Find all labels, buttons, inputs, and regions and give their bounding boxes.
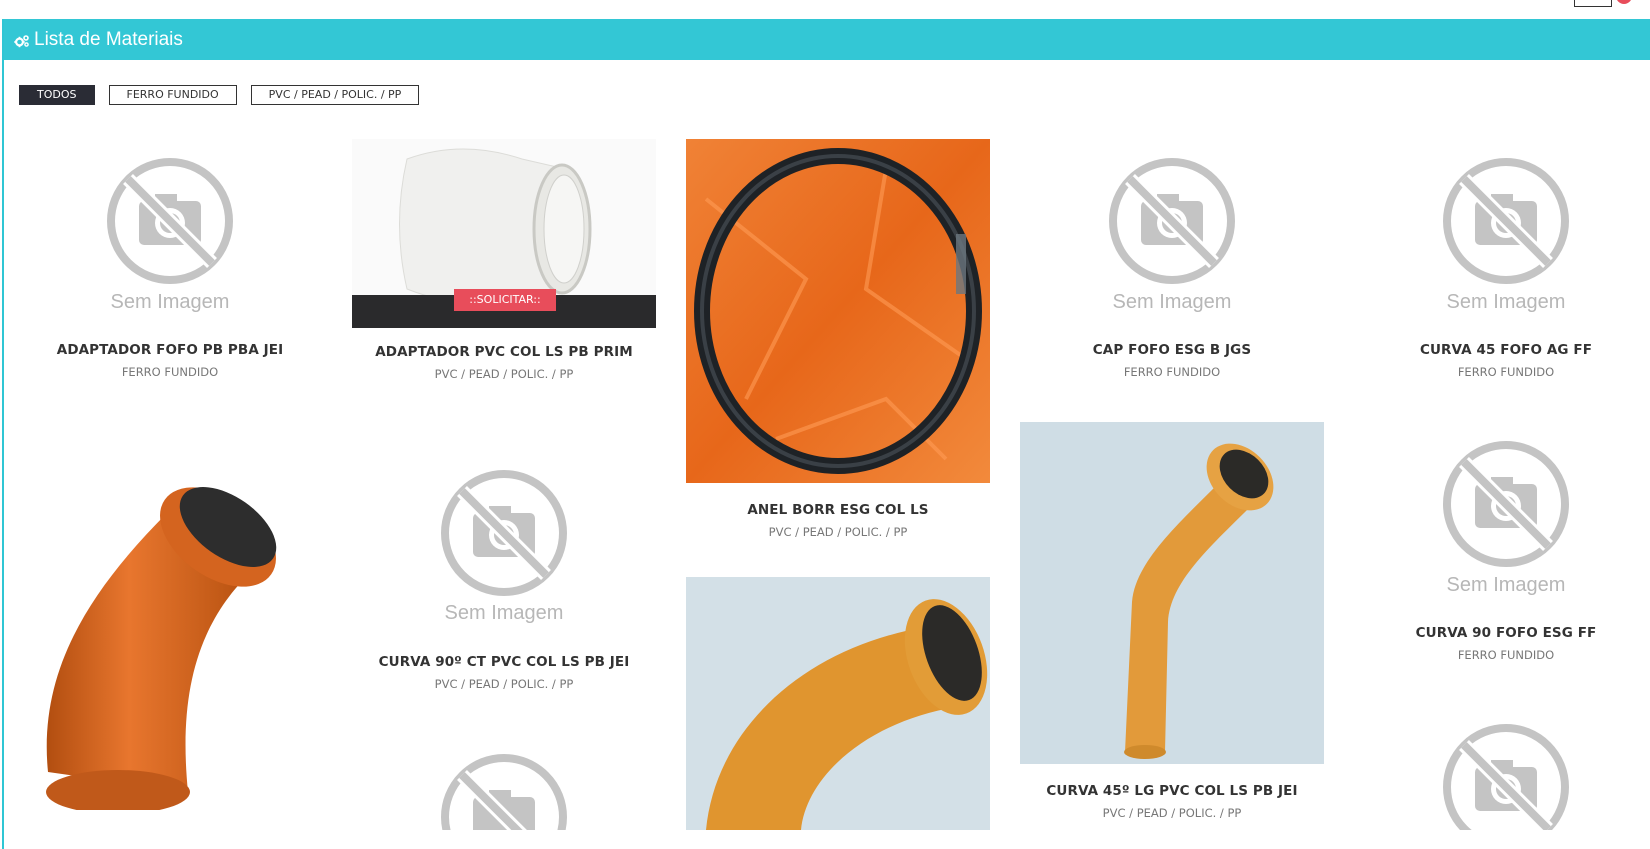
- product-card[interactable]: Sem Imagem CAP FOFO ESG B JGS FERRO FUND…: [1020, 139, 1324, 379]
- product-card[interactable]: Sem Imagem CURVA 90º CT PVC COL LS PB JE…: [352, 468, 656, 691]
- product-image: ::SOLICITAR::: [352, 139, 656, 328]
- product-name[interactable]: ADAPTADOR PVC COL LS PB PRIM: [352, 344, 656, 360]
- product-category: FERRO FUNDIDO: [1457, 648, 1555, 662]
- product-card[interactable]: Sem Imagem CURVA 45 FOFO AG FF FERRO FUN…: [1354, 139, 1650, 379]
- product-card[interactable]: ::SOLICITAR:: ADAPTADOR PVC COL LS PB PR…: [352, 139, 656, 381]
- orange-pipe-long-bend-45-image: [1020, 422, 1324, 764]
- no-image-placeholder: [1354, 705, 1650, 830]
- no-image-label: Sem Imagem: [110, 291, 230, 313]
- product-category: FERRO FUNDIDO: [121, 365, 219, 379]
- product-category: FERRO FUNDIDO: [1123, 365, 1221, 379]
- filter-todos-button[interactable]: TODOS: [19, 85, 95, 105]
- product-category: PVC / PEAD / POLIC. / PP: [434, 367, 574, 381]
- product-category: FERRO FUNDIDO: [1457, 365, 1555, 379]
- product-image: [686, 577, 990, 830]
- orange-pipe-elbow-45-image: [46, 487, 277, 810]
- product-name[interactable]: CURVA 45 FOFO AG FF: [1354, 342, 1650, 358]
- product-image: [18, 452, 322, 810]
- product-image: [686, 139, 990, 483]
- product-name[interactable]: CURVA 90º CT PVC COL LS PB JEI: [352, 654, 656, 670]
- no-image-label: Sem Imagem: [1112, 291, 1232, 313]
- filter-pvc-pead-button[interactable]: PVC / PEAD / POLIC. / PP: [250, 85, 420, 105]
- no-image-placeholder: Sem Imagem: [18, 139, 322, 314]
- product-name[interactable]: ADAPTADOR FOFO PB PBA JEI: [18, 342, 322, 358]
- product-card[interactable]: [1354, 705, 1650, 830]
- filter-bar: TODOS FERRO FUNDIDO PVC / PEAD / POLIC. …: [19, 85, 420, 105]
- product-name[interactable]: CURVA 90 FOFO ESG FF: [1354, 625, 1650, 641]
- product-card[interactable]: [686, 577, 990, 830]
- no-camera-icon: [107, 158, 233, 284]
- cogs-icon: [14, 33, 30, 47]
- no-camera-icon: [441, 470, 567, 596]
- no-camera-icon: [1109, 158, 1235, 284]
- solicitar-button[interactable]: ::SOLICITAR::: [454, 289, 556, 311]
- no-image-label: Sem Imagem: [1446, 574, 1566, 596]
- notification-dot[interactable]: [1616, 0, 1632, 4]
- product-card[interactable]: [352, 752, 656, 830]
- no-camera-icon: [1443, 441, 1569, 567]
- product-card[interactable]: [18, 452, 322, 810]
- product-card[interactable]: Sem Imagem CURVA 90 FOFO ESG FF FERRO FU…: [1354, 422, 1650, 662]
- no-image-label: Sem Imagem: [1446, 291, 1566, 313]
- product-category: PVC / PEAD / POLIC. / PP: [1102, 806, 1242, 820]
- no-image-placeholder: Sem Imagem: [1020, 139, 1324, 314]
- panel-title: Lista de Materiais: [34, 28, 183, 50]
- product-name[interactable]: CAP FOFO ESG B JGS: [1020, 342, 1324, 358]
- no-camera-icon: [441, 754, 567, 830]
- rubber-ring-image: [686, 139, 990, 483]
- no-camera-icon: [1443, 158, 1569, 284]
- no-image-placeholder: Sem Imagem: [352, 468, 656, 626]
- filter-ferro-fundido-button[interactable]: FERRO FUNDIDO: [108, 85, 237, 105]
- product-card[interactable]: CURVA 45º LG PVC COL LS PB JEI PVC / PEA…: [1020, 422, 1324, 820]
- product-card[interactable]: Sem Imagem ADAPTADOR FOFO PB PBA JEI FER…: [18, 139, 322, 379]
- product-card[interactable]: ANEL BORR ESG COL LS PVC / PEAD / POLIC.…: [686, 139, 990, 539]
- panel-header: Lista de Materiais: [4, 19, 1650, 60]
- solicitar-bar: ::SOLICITAR::: [352, 289, 656, 328]
- product-name[interactable]: CURVA 45º LG PVC COL LS PB JEI: [1020, 783, 1324, 799]
- no-image-placeholder: Sem Imagem: [1354, 139, 1650, 314]
- product-name[interactable]: ANEL BORR ESG COL LS: [686, 502, 990, 518]
- product-category: PVC / PEAD / POLIC. / PP: [768, 525, 908, 539]
- top-corner-box[interactable]: [1574, 0, 1612, 7]
- no-image-label: Sem Imagem: [444, 602, 564, 624]
- orange-pipe-bend-90-image: [686, 577, 990, 830]
- product-image: [1020, 422, 1324, 764]
- no-image-placeholder: [352, 752, 656, 830]
- product-category: PVC / PEAD / POLIC. / PP: [434, 677, 574, 691]
- no-image-placeholder: Sem Imagem: [1354, 422, 1650, 597]
- no-camera-icon: [1443, 724, 1569, 830]
